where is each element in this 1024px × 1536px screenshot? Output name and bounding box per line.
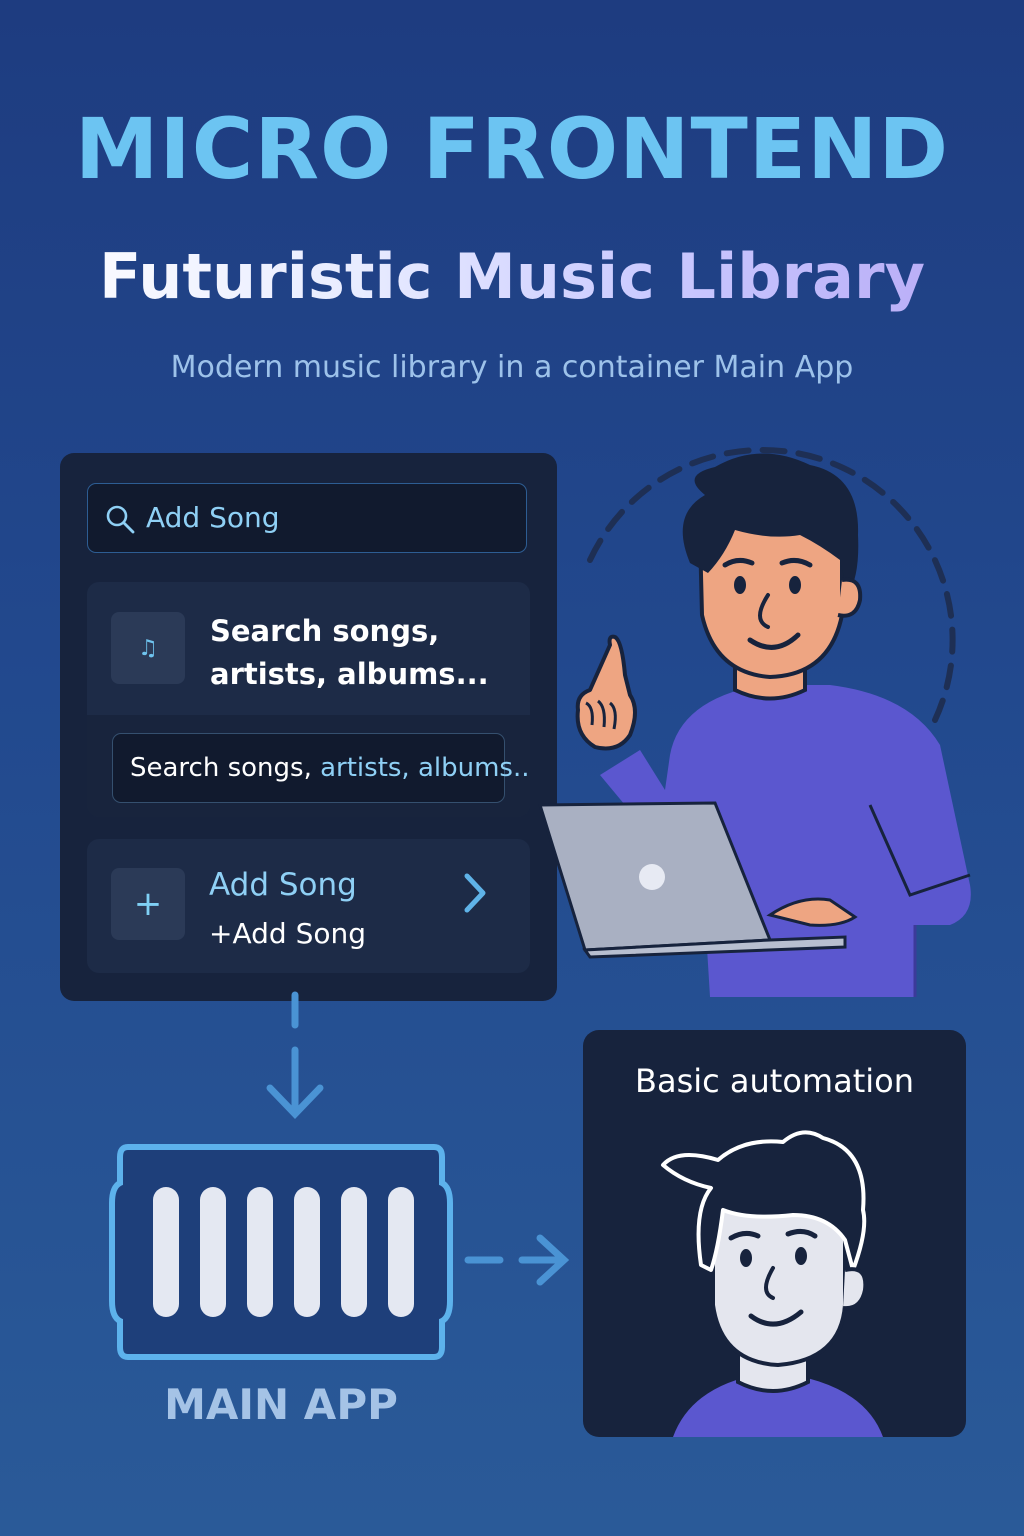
search-input-highlight: artists, albums..: [320, 753, 530, 783]
page-subtitle: Futuristic Music Library: [0, 240, 1024, 313]
automation-avatar-icon: [661, 1130, 883, 1437]
person-with-laptop-illustration: [537, 453, 971, 997]
container-icon: [109, 1144, 453, 1360]
right-arrow: [464, 1234, 570, 1286]
automation-card: Basic automation: [583, 1030, 966, 1437]
search-songs-input[interactable]: Search songs, artists, albums..: [112, 733, 530, 803]
search-card: ♫ Search songs, artists, albums... Searc…: [87, 582, 530, 817]
plus-icon: +: [111, 868, 185, 940]
tagline: Modern music library in a container Main…: [170, 350, 854, 385]
search-input-text: Search songs,: [130, 753, 321, 783]
add-song-search-bar[interactable]: Add Song: [87, 483, 527, 553]
search-card-text: Search songs, artists, albums...: [210, 614, 489, 691]
music-library-panel: Add Song ♫ Search songs, artists, albums…: [60, 453, 557, 1001]
page-title: MICRO FRONTEND: [74, 100, 950, 198]
down-arrow: [266, 991, 324, 1120]
music-note-icon: ♫: [111, 612, 185, 684]
main-app-label: MAIN APP: [164, 1380, 398, 1429]
add-song-card[interactable]: + Add Song +Add Song: [87, 839, 530, 973]
search-bar-label: Add Song: [146, 501, 280, 534]
chevron-right-icon: [464, 873, 486, 913]
automation-label: Basic automation: [635, 1062, 914, 1100]
add-song-title: Add Song: [209, 867, 357, 903]
search-icon: [106, 505, 135, 534]
add-song-subtitle: +Add Song: [209, 917, 366, 950]
